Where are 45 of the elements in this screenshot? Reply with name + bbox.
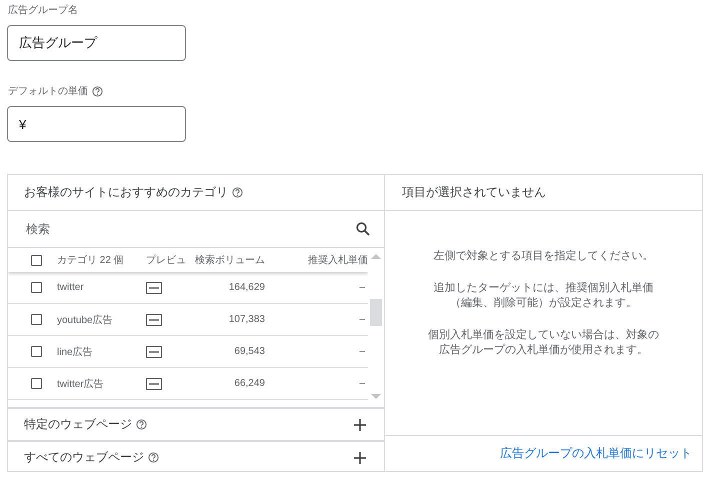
help-icon[interactable] (148, 452, 159, 463)
plus-icon[interactable] (354, 452, 366, 464)
column-header: 推奨入札単価 (307, 254, 368, 267)
info-text: 個別入札単価を設定していない場合は、対象の 広告グループの入札単価が使用されます。 (428, 328, 659, 358)
search-field[interactable]: 検索 (26, 220, 50, 238)
search-icon[interactable] (356, 222, 370, 236)
section-title: 特定のウェブページ (24, 416, 132, 433)
search-volume: 69,543 (233, 346, 265, 357)
checkbox[interactable] (31, 378, 42, 389)
panel-title: お客様のサイトにおすすめのカテゴリ (24, 184, 228, 201)
preview-icon[interactable] (146, 282, 162, 294)
help-icon[interactable] (136, 419, 147, 430)
column-header: プレビュ (146, 254, 187, 267)
field-label: デフォルトの単価 (8, 85, 88, 98)
help-icon[interactable] (232, 187, 243, 198)
preview-icon[interactable] (146, 314, 162, 326)
category-name: twitter広告 (57, 378, 105, 390)
info-text: 左側で対象とする項目を指定してください。 (434, 249, 654, 264)
checkbox[interactable] (31, 282, 42, 293)
column-header: カテゴリ 22 個 (57, 254, 125, 267)
category-name: line広告 (57, 346, 94, 358)
suggested-bid: – (358, 282, 365, 293)
suggested-bid: – (358, 314, 365, 325)
panel-title: 項目が選択されていません (402, 184, 546, 201)
search-volume: 107,383 (228, 314, 265, 325)
info-text: 追加したターゲットには、推奨個別入札単価 （編集、削除可能）が設定されます。 (434, 281, 654, 311)
suggested-bid: – (358, 346, 365, 357)
suggested-bid: – (358, 378, 365, 389)
search-volume: 66,249 (233, 378, 265, 389)
reset-link[interactable]: 広告グループの入札単価にリセット (500, 445, 692, 462)
help-icon[interactable] (92, 86, 103, 96)
category-name: youtube広告 (57, 314, 114, 326)
search-volume: 164,629 (228, 282, 265, 293)
plus-icon[interactable] (354, 418, 366, 430)
checkbox[interactable] (31, 314, 42, 325)
preview-icon[interactable] (146, 378, 162, 390)
checkbox[interactable] (31, 254, 42, 266)
section-title: すべてのウェブページ (24, 449, 144, 466)
preview-icon[interactable] (146, 346, 162, 358)
input-field[interactable]: 広告グループ (7, 25, 186, 61)
column-header: 検索ボリューム (194, 254, 265, 267)
input-field[interactable]: ¥ (7, 106, 186, 142)
category-name: twitter (57, 282, 85, 293)
checkbox[interactable] (31, 346, 42, 357)
field-label: 広告グループ名 (8, 4, 78, 17)
